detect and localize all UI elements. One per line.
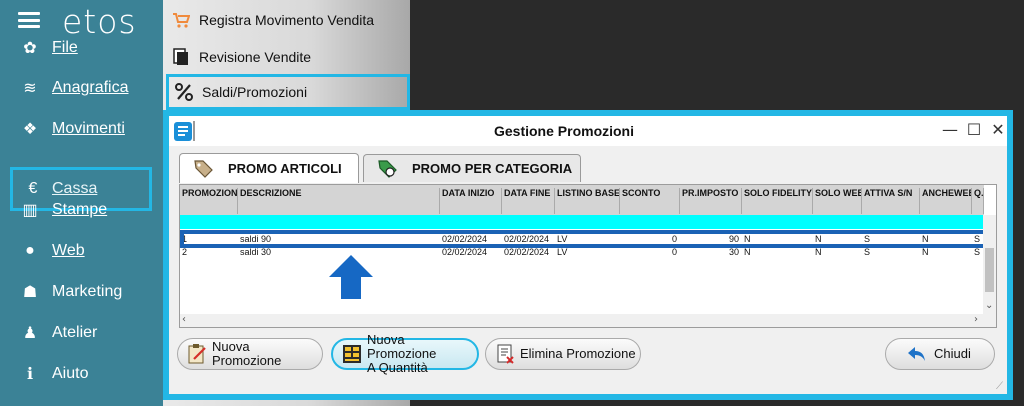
dialog-title: Gestione Promozioni (493, 123, 634, 139)
row-pointer-icon (180, 235, 185, 243)
table-cell: 2 (182, 247, 188, 257)
table-cell: N (744, 247, 751, 257)
column-header[interactable]: Q. S/ (972, 188, 984, 214)
tab-promo-articoli[interactable]: PROMO ARTICOLI (179, 153, 359, 183)
sidebar-item-movimenti[interactable]: ❖ Movimenti (0, 109, 163, 149)
column-header[interactable]: ATTIVA S/N (862, 188, 920, 214)
cart-icon (173, 13, 190, 28)
column-header[interactable]: DESCRIZIONE (238, 188, 440, 214)
minimize-icon[interactable]: — (939, 120, 961, 139)
column-header[interactable]: PR.IMPOSTO (680, 188, 742, 214)
menu-item-revisione-vendite[interactable]: Revisione Vendite (163, 39, 410, 75)
button-label-line1: Nuova Promozione (367, 332, 437, 361)
table-cell: LV (557, 247, 568, 257)
nuova-promozione-a-quantita-button[interactable]: Nuova Promozione A Quantità (331, 333, 479, 375)
tab-label: PROMO PER CATEGORIA (412, 161, 573, 176)
tab-label: PROMO ARTICOLI (228, 161, 342, 176)
scroll-left-icon[interactable]: ‹ (182, 314, 186, 325)
clipboard-edit-icon (188, 344, 206, 364)
info-icon: ℹ (26, 366, 34, 383)
column-header[interactable]: ANCHEWEB (920, 188, 972, 214)
nuova-promozione-button[interactable]: Nuova Promozione (177, 338, 323, 370)
tag-icon (194, 159, 213, 178)
button-label: Nuova Promozione (212, 339, 282, 368)
column-header[interactable]: PROMOZION (180, 188, 238, 214)
table-row[interactable]: 2 saldi 30 02/02/2024 02/02/2024 LV 0 30 N N S N S (180, 247, 984, 258)
menu-item-label: Revisione Vendite (199, 49, 312, 65)
cubes-icon: ❖ (22, 121, 38, 138)
delete-document-icon (497, 344, 514, 364)
column-header[interactable]: SOLO WEB (813, 188, 862, 214)
dialog-titlebar: Gestione Promozioni — ☐ ✕ (169, 116, 1007, 146)
sidebar-item-label: Anagrafica (52, 79, 129, 96)
promotions-grid: PROMOZION DESCRIZIONE DATA INIZIO DATA FINE… (179, 184, 997, 328)
menu-item-label: Saldi/Promozioni (202, 84, 308, 100)
sidebar-item-label: Stampe (52, 201, 108, 218)
globe-icon: ● (25, 242, 35, 259)
up-arrow-icon (329, 255, 373, 299)
menu-item-label: Registra Movimento Vendita (199, 12, 375, 28)
sidebar-item-web[interactable]: ● Web (0, 231, 163, 271)
button-label-line2: A Quantità (367, 360, 428, 375)
table-cell: 30 (728, 247, 739, 257)
button-label: Nuova Promozione A Quantità (367, 333, 477, 375)
horizontal-scrollbar[interactable]: ‹ › (180, 314, 984, 327)
resize-grip-icon[interactable]: ⟋ (996, 381, 1003, 392)
sidebar-item-label: Movimenti (52, 120, 125, 137)
sidebar-item-marketing[interactable]: ☗ Marketing (0, 272, 163, 312)
scroll-right-icon[interactable]: › (974, 314, 978, 325)
column-header[interactable]: SOLO FIDELITY (742, 188, 813, 214)
gear-icon: ✿ (23, 40, 37, 57)
menu-item-registra-movimento-vendita[interactable]: Registra Movimento Vendita (163, 2, 410, 38)
sidebar-item-file[interactable]: ✿ File (0, 28, 163, 68)
sidebar-item-aiuto[interactable]: ℹ Aiuto (0, 354, 163, 394)
table-cell: 02/02/2024 (442, 247, 488, 257)
table-cell: 02/02/2024 (504, 247, 550, 257)
table-cell: S (864, 247, 871, 257)
vertical-scrollbar[interactable]: ⌄ (983, 215, 996, 327)
child-icon: ♟ (22, 325, 38, 342)
elimina-promozione-button[interactable]: Elimina Promozione (485, 338, 641, 370)
column-header[interactable]: DATA INIZIO (440, 188, 502, 214)
scroll-down-icon[interactable]: ⌄ (985, 300, 993, 311)
button-label: Elimina Promozione (520, 346, 636, 361)
tab-promo-per-categoria[interactable]: PROMO PER CATEGORIA (363, 154, 581, 182)
selected-row-highlight (180, 230, 996, 248)
gestione-promozioni-dialog: Gestione Promozioni — ☐ ✕ PROMO ARTICOLI… (163, 110, 1013, 400)
grid-filter-row[interactable] (180, 215, 984, 229)
button-label: Chiudi (934, 346, 971, 361)
percent-icon (175, 83, 193, 101)
sidebar-item-label: Atelier (52, 324, 98, 341)
sidebar-item-label: File (52, 39, 78, 56)
sidebar-item-label: Aiuto (52, 365, 89, 382)
table-cell: N (922, 247, 929, 257)
column-header[interactable]: SCONTO (620, 188, 680, 214)
document-icon (173, 48, 188, 65)
sidebar-item-stampe[interactable]: ▥ Stampe (0, 190, 163, 230)
scrollbar-thumb[interactable] (985, 248, 994, 292)
sidebar: etos ✿ File ≋ Anagrafica ❖ Movimenti € Cassa ▥ St… (0, 0, 163, 406)
hamburger-menu-icon[interactable] (18, 12, 40, 28)
close-icon[interactable]: ✕ (987, 120, 1009, 139)
column-header[interactable]: LISTINO BASE (555, 188, 620, 214)
maximize-icon[interactable]: ☐ (963, 120, 985, 139)
sidebar-item-label: Web (52, 242, 85, 259)
grid-quantity-icon (343, 345, 361, 363)
undo-arrow-icon (908, 347, 925, 361)
bar-chart-icon: ▥ (22, 202, 38, 219)
sidebar-item-label: Marketing (52, 283, 123, 300)
column-header[interactable]: DATA FINE (502, 188, 555, 214)
users-icon: ☗ (22, 284, 38, 301)
category-tag-icon (378, 159, 397, 178)
table-cell: 0 (671, 247, 677, 257)
database-icon: ≋ (23, 80, 37, 97)
chiudi-button[interactable]: Chiudi (885, 338, 995, 370)
table-cell: N (815, 247, 822, 257)
sidebar-item-anagrafica[interactable]: ≋ Anagrafica (0, 68, 163, 108)
menu-item-saldi-promozioni[interactable]: Saldi/Promozioni (166, 74, 410, 110)
sidebar-item-atelier[interactable]: ♟ Atelier (0, 313, 163, 353)
grid-header: PROMOZION DESCRIZIONE DATA INIZIO DATA FINE… (180, 185, 984, 215)
